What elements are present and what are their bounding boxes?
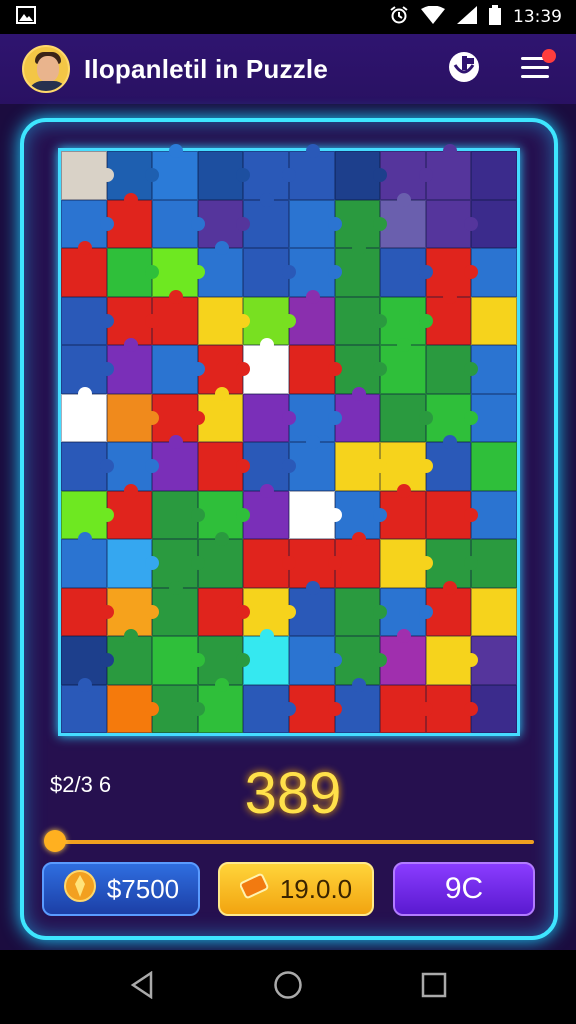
app-bar: Ilopanletil in Puzzle <box>0 34 576 104</box>
gem-icon <box>63 869 97 910</box>
puzzle-piece[interactable] <box>152 144 198 200</box>
puzzle-piece[interactable] <box>471 684 517 733</box>
puzzle-piece[interactable] <box>152 435 198 491</box>
navigation-bar <box>0 950 576 1024</box>
puzzle-piece[interactable] <box>471 442 517 491</box>
recents-icon[interactable] <box>421 972 447 1002</box>
puzzle-piece[interactable] <box>61 241 107 297</box>
puzzle-piece[interactable] <box>106 248 159 297</box>
purple-label: 9C <box>444 872 484 905</box>
puzzle-piece[interactable] <box>197 442 250 491</box>
puzzle-piece[interactable] <box>243 539 296 588</box>
puzzle-piece[interactable] <box>380 539 433 588</box>
status-bar: 13:39 <box>0 0 576 34</box>
puzzle-piece[interactable] <box>197 151 250 200</box>
gold-label: 19.0.0 <box>279 873 353 904</box>
puzzle-piece[interactable] <box>152 684 205 733</box>
puzzle-piece[interactable] <box>288 199 342 248</box>
puzzle-piece[interactable] <box>380 192 426 248</box>
score-secondary: $2/3 6 <box>50 772 112 797</box>
puzzle-piece[interactable] <box>471 345 517 394</box>
puzzle-piece[interactable] <box>471 490 517 539</box>
purple-button[interactable]: 9C <box>393 862 535 916</box>
signal-icon <box>457 5 477 29</box>
coins-label: $7500 <box>106 873 180 904</box>
puzzle-piece[interactable] <box>61 296 114 345</box>
puzzle-piece[interactable] <box>288 490 342 539</box>
avatar[interactable] <box>22 45 70 93</box>
puzzle-piece[interactable] <box>288 345 342 394</box>
puzzle-piece[interactable] <box>425 490 478 539</box>
puzzle-piece[interactable] <box>334 296 387 345</box>
puzzle-piece[interactable] <box>425 636 478 685</box>
puzzle-piece[interactable] <box>380 248 433 297</box>
puzzle-piece[interactable] <box>197 587 250 636</box>
trophy-button[interactable] <box>442 47 486 91</box>
puzzle-piece[interactable] <box>106 539 159 588</box>
puzzle-piece[interactable] <box>61 587 114 636</box>
puzzle-piece[interactable] <box>243 393 296 442</box>
app-title: Ilopanletil in Puzzle <box>84 53 329 84</box>
score-row: $2/3 6 389 <box>48 760 538 830</box>
puzzle-piece[interactable] <box>380 338 426 394</box>
gold-button[interactable]: 19.0.0 <box>218 862 374 916</box>
progress-track[interactable] <box>48 840 534 844</box>
puzzle-piece[interactable] <box>152 289 198 345</box>
puzzle-piece[interactable] <box>152 490 205 539</box>
puzzle-piece[interactable] <box>61 442 114 491</box>
puzzle-piece[interactable] <box>471 296 517 345</box>
puzzle-piece[interactable] <box>61 386 107 442</box>
menu-button[interactable] <box>514 47 558 91</box>
alarm-icon <box>389 5 409 30</box>
puzzle-piece[interactable] <box>380 684 433 733</box>
notification-badge <box>542 49 556 63</box>
puzzle-piece[interactable] <box>152 199 205 248</box>
puzzle-piece[interactable] <box>471 539 517 588</box>
puzzle-piece[interactable] <box>243 338 289 394</box>
puzzle-piece[interactable] <box>380 483 426 539</box>
puzzle-piece[interactable] <box>471 248 517 297</box>
puzzle-piece[interactable] <box>334 442 387 491</box>
puzzle-piece[interactable] <box>471 393 517 442</box>
puzzle-piece[interactable] <box>243 248 296 297</box>
back-icon[interactable] <box>129 970 155 1003</box>
home-icon[interactable] <box>273 970 303 1004</box>
puzzle-piece[interactable] <box>106 393 159 442</box>
ticket-icon <box>239 873 270 906</box>
puzzle-piece[interactable] <box>243 483 289 539</box>
puzzle-board[interactable] <box>58 144 520 736</box>
score-main: 389 <box>244 761 342 826</box>
puzzle-piece[interactable] <box>334 587 387 636</box>
puzzle-piece[interactable] <box>471 636 517 685</box>
puzzle-piece[interactable] <box>152 580 198 636</box>
status-icons: 13:39 <box>389 4 562 30</box>
trophy-icon <box>446 49 482 89</box>
puzzle-piece[interactable] <box>61 532 107 588</box>
puzzle-piece[interactable] <box>243 192 289 248</box>
puzzle-piece[interactable] <box>61 677 107 733</box>
puzzle-piece[interactable] <box>152 345 205 394</box>
progress-thumb[interactable] <box>44 830 66 852</box>
puzzle-piece[interactable] <box>106 684 159 733</box>
puzzle-piece[interactable] <box>61 151 114 200</box>
puzzle-piece[interactable] <box>334 151 387 200</box>
puzzle-piece[interactable] <box>288 636 342 685</box>
puzzle-piece[interactable] <box>152 636 205 685</box>
puzzle-piece[interactable] <box>380 393 433 442</box>
puzzle-piece[interactable] <box>243 629 289 685</box>
puzzle-piece[interactable] <box>425 199 478 248</box>
puzzle-piece[interactable] <box>471 199 517 248</box>
coins-button[interactable]: $7500 <box>42 862 200 916</box>
puzzle-piece[interactable] <box>471 587 517 636</box>
gallery-icon <box>16 5 36 29</box>
clock-time: 13:39 <box>513 7 562 27</box>
wifi-icon <box>421 5 445 29</box>
puzzle-piece[interactable] <box>197 296 250 345</box>
battery-icon <box>489 4 501 30</box>
puzzle-piece[interactable] <box>243 684 296 733</box>
puzzle-piece[interactable] <box>425 345 478 394</box>
puzzle-piece[interactable] <box>380 629 426 685</box>
puzzle-piece[interactable] <box>471 151 517 200</box>
